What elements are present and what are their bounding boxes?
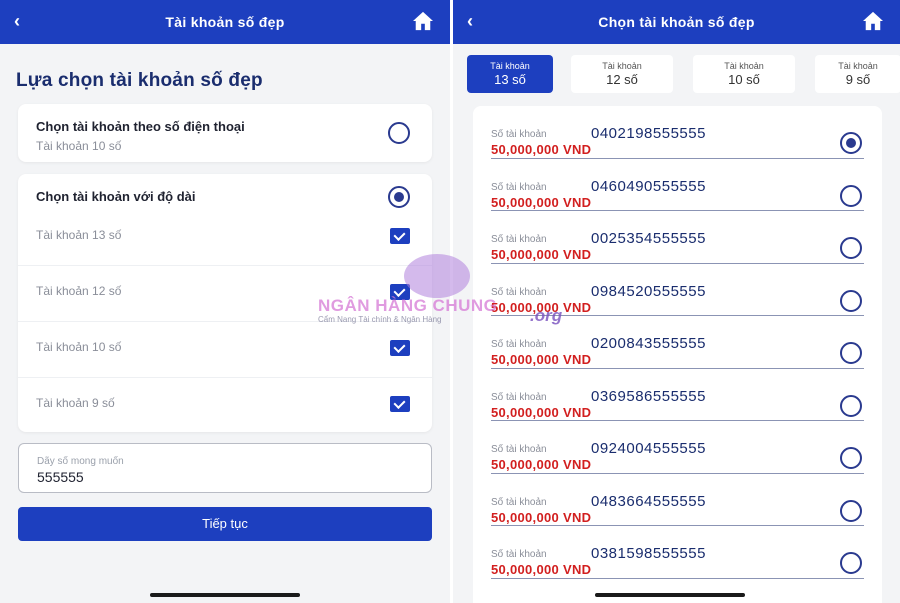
account-row[interactable]: Số tài khoản 0369586555555 50,000,000 VN… <box>473 369 882 421</box>
account-price: 50,000,000 VND <box>491 509 592 525</box>
account-radio[interactable] <box>840 289 862 312</box>
phone-option-card[interactable]: Chọn tài khoản theo số điện thoại Tài kh… <box>18 104 432 162</box>
length-item-label: Tài khoản 13 số <box>36 228 122 242</box>
account-number: 0460490555555 <box>591 177 706 195</box>
desired-number-input[interactable] <box>37 469 337 485</box>
account-price: 50,000,000 VND <box>491 404 592 420</box>
account-caption: Số tài khoản <box>491 339 547 350</box>
length-tabs: Tài khoản 13 số Tài khoản 12 số Tài khoả… <box>453 55 900 93</box>
account-number: 0402198555555 <box>591 125 706 142</box>
account-price: 50,000,000 VND <box>491 352 592 367</box>
length-item-label: Tài khoản 10 số <box>36 340 122 354</box>
left-top-bar: ‹ Tài khoản số đẹp <box>0 0 450 44</box>
length-item-9[interactable]: Tài khoản 9 số <box>18 378 432 434</box>
tab-length: 9 số <box>845 72 871 87</box>
tab-length: 12 số <box>606 72 638 87</box>
account-radio[interactable] <box>840 184 862 207</box>
phone-option-radio[interactable] <box>388 122 410 144</box>
left-screen: ‹ Tài khoản số đẹp Lựa chọn tài khoản số… <box>0 0 450 603</box>
account-row[interactable]: Số tài khoản 0984520555555 50,000,000 VN… <box>473 264 882 316</box>
account-radio[interactable] <box>840 394 862 417</box>
account-caption: Số tài khoản <box>491 444 547 455</box>
account-number: 0924004555555 <box>591 440 706 457</box>
back-icon[interactable]: ‹ <box>467 11 473 32</box>
account-number: 0984520555555 <box>591 282 706 300</box>
account-radio[interactable] <box>840 132 862 154</box>
length-item-12[interactable]: Tài khoản 12 số <box>18 266 432 322</box>
page-heading: Lựa chọn tài khoản số đẹp <box>16 70 263 91</box>
account-row[interactable]: Số tài khoản 0200843555555 50,000,000 VN… <box>473 316 882 369</box>
checkbox-13[interactable] <box>390 228 410 244</box>
left-screen-title: Tài khoản số đẹp <box>165 14 285 30</box>
tab-label: Tài khoản <box>490 61 530 71</box>
back-icon[interactable]: ‹ <box>14 11 20 32</box>
tab-label: Tài khoản <box>838 61 878 71</box>
account-radio[interactable] <box>840 499 862 522</box>
tab-length: 13 số <box>494 72 526 87</box>
account-list: Số tài khoản 0402198555555 50,000,000 VN… <box>473 106 882 603</box>
right-top-bar: ‹ Chọn tài khoản số đẹp <box>453 0 900 44</box>
length-item-13[interactable]: Tài khoản 13 số <box>18 210 432 266</box>
checkbox-12[interactable] <box>390 284 410 300</box>
account-number: 0483664555555 <box>591 492 706 510</box>
account-caption: Số tài khoản <box>491 496 547 508</box>
account-radio[interactable] <box>840 237 862 259</box>
tab-label: Tài khoản <box>602 61 642 71</box>
tab-length: 10 số <box>728 72 760 87</box>
length-option-title: Chọn tài khoản với độ dài <box>36 189 196 204</box>
desired-number-label: Dãy số mong muốn <box>37 456 124 467</box>
account-caption: Số tài khoản <box>491 549 547 560</box>
account-price: 50,000,000 VND <box>491 247 592 262</box>
account-row[interactable]: Số tài khoản 0025354555555 50,000,000 VN… <box>473 211 882 264</box>
account-price: 50,000,000 VND <box>491 142 592 157</box>
phone-option-title: Chọn tài khoản theo số điện thoại <box>36 119 245 134</box>
account-radio[interactable] <box>840 552 862 574</box>
home-indicator <box>150 593 300 597</box>
tab-12[interactable]: Tài khoản 12 số <box>571 55 673 93</box>
account-caption: Số tài khoản <box>491 129 547 140</box>
length-item-10[interactable]: Tài khoản 10 số <box>18 322 432 378</box>
tab-10[interactable]: Tài khoản 10 số <box>693 55 795 93</box>
account-caption: Số tài khoản <box>491 234 547 245</box>
account-row[interactable]: Số tài khoản 0402198555555 50,000,000 VN… <box>473 106 882 159</box>
checkbox-10[interactable] <box>390 340 410 356</box>
account-row[interactable]: Số tài khoản 0483664555555 50,000,000 VN… <box>473 474 882 526</box>
right-screen-title: Chọn tài khoản số đẹp <box>598 14 755 30</box>
home-icon[interactable] <box>862 11 884 31</box>
account-number: 0025354555555 <box>591 230 706 247</box>
account-caption: Số tài khoản <box>491 286 547 298</box>
account-price: 50,000,000 VND <box>491 299 592 315</box>
home-icon[interactable] <box>412 11 434 31</box>
account-price: 50,000,000 VND <box>491 562 592 577</box>
account-row[interactable]: Số tài khoản 0381598555555 50,000,000 VN… <box>473 526 882 579</box>
phone-option-subtitle: Tài khoản 10 số <box>36 139 122 153</box>
account-number: 0200843555555 <box>591 335 706 352</box>
tab-label: Tài khoản <box>724 61 764 71</box>
account-radio[interactable] <box>840 447 862 469</box>
length-option-card: Chọn tài khoản với độ dài Tài khoản 13 s… <box>18 174 432 432</box>
right-screen: ‹ Chọn tài khoản số đẹp Tài khoản 13 số … <box>450 0 900 603</box>
account-caption: Số tài khoản <box>491 391 547 403</box>
account-radio[interactable] <box>840 342 862 364</box>
desired-number-field[interactable]: Dãy số mong muốn <box>18 443 432 493</box>
checkbox-9[interactable] <box>390 396 410 412</box>
account-number: 0381598555555 <box>591 545 706 562</box>
length-item-label: Tài khoản 9 số <box>36 396 115 410</box>
length-item-label: Tài khoản 12 số <box>36 284 122 298</box>
account-caption: Số tài khoản <box>491 181 547 193</box>
account-number: 0369586555555 <box>591 387 706 405</box>
tab-13[interactable]: Tài khoản 13 số <box>467 55 553 93</box>
home-indicator <box>595 593 745 597</box>
account-row[interactable]: Số tài khoản 0460490555555 50,000,000 VN… <box>473 159 882 211</box>
account-price: 50,000,000 VND <box>491 194 592 210</box>
tab-9[interactable]: Tài khoản 9 số <box>815 55 900 93</box>
divider <box>491 577 864 579</box>
continue-button[interactable]: Tiếp tục <box>18 507 432 541</box>
account-row[interactable]: Số tài khoản 0924004555555 50,000,000 VN… <box>473 421 882 474</box>
account-price: 50,000,000 VND <box>491 457 592 472</box>
length-option-radio[interactable] <box>388 186 410 208</box>
